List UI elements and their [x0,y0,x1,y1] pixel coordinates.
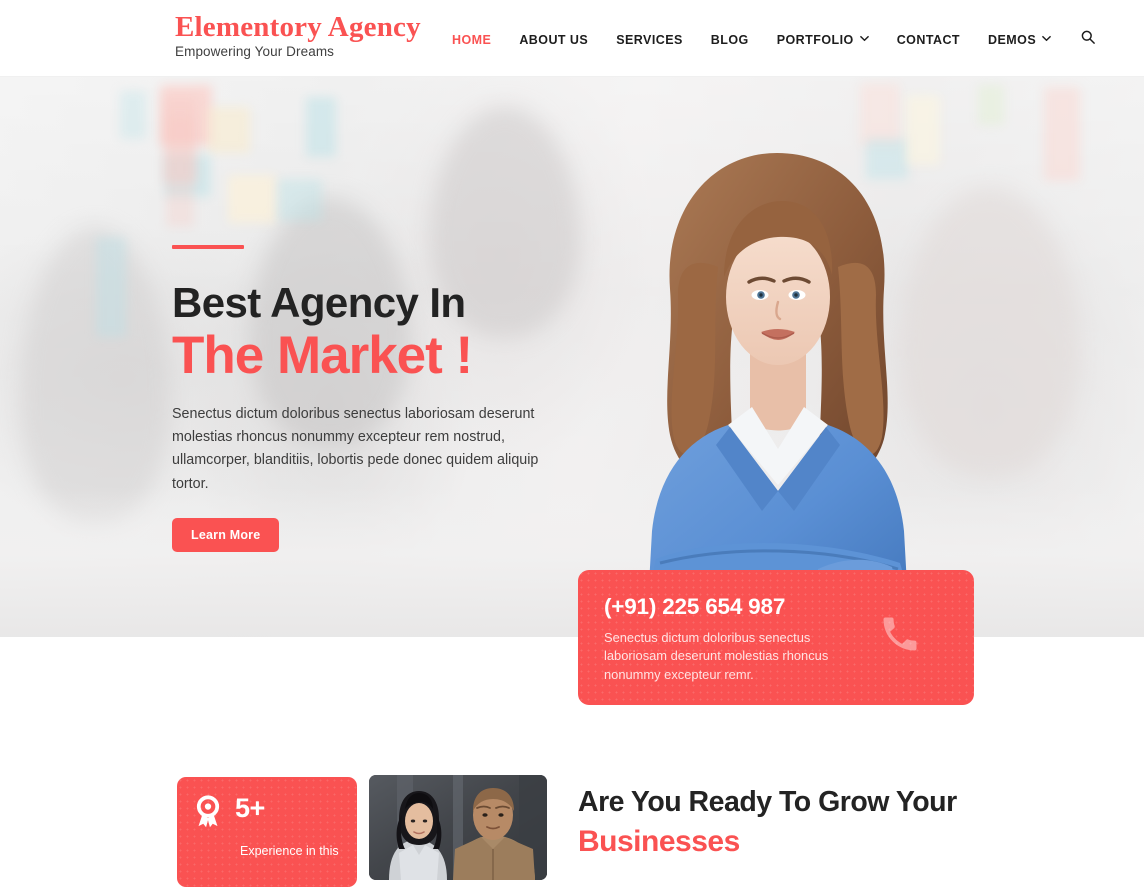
background-person-ghost [20,227,170,527]
hero-title: Best Agency In The Market ! [172,279,592,385]
search-icon [1081,30,1095,49]
hero-copy: Best Agency In The Market ! Senectus dic… [172,245,592,552]
brand-tagline: Empowering Your Dreams [175,44,335,60]
nav-item-demos[interactable]: DEMOS [974,33,1065,47]
hero-section: Best Agency In The Market ! Senectus dic… [0,77,1144,637]
phone-card-text: Senectus dictum doloribus senectus labor… [604,630,829,682]
hero-title-line2: The Market ! [172,325,473,385]
learn-more-button[interactable]: Learn More [172,517,280,552]
sticky-note [1044,87,1080,181]
experience-label: Experience in this [240,844,339,858]
nav-item-label: ABOUT US [519,32,589,47]
sticky-note [166,117,194,227]
sticky-note [978,85,1004,125]
brand-logo[interactable]: Elementory Agency Empowering Your Dreams [175,11,421,60]
nav-item-label: HOME [452,32,492,47]
accent-bar [172,245,244,249]
nav-item-about-us[interactable]: ABOUT US [505,33,602,47]
sticky-note [120,91,146,139]
nav-item-label: BLOG [710,32,749,47]
chevron-down-icon [859,34,869,43]
chevron-down-icon [1042,34,1051,43]
sticky-note [860,83,900,147]
nav-item-label: PORTFOLIO [776,32,854,47]
nav-item-label: CONTACT [896,32,961,47]
experience-badge-card: 5+ Experience in this [177,777,357,887]
sticky-note [208,107,250,153]
phone-contact-card[interactable]: (+91) 225 654 987 Senectus dictum dolori… [578,570,974,705]
nav-item-home[interactable]: HOME [452,33,505,47]
grow-heading: Are You Ready To Grow Your Businesses [578,786,1098,859]
hero-person-photo [646,153,910,637]
grow-heading-text: Are You Ready To Grow Your Businesses [578,786,1098,859]
brand-name: Elementory Agency [175,11,421,43]
nav-item-label: SERVICES [616,32,683,47]
sticky-note [306,97,336,157]
phone-icon [878,612,922,661]
hero-title-line1: Best Agency In [172,279,466,326]
nav-item-services[interactable]: SERVICES [602,33,697,47]
award-ribbon-icon [193,795,223,834]
grow-heading-line1: Are You Ready To Grow Your [578,786,957,818]
experience-number: 5+ [235,793,265,823]
sticky-note [228,175,276,223]
nav-item-portfolio[interactable]: PORTFOLIO [763,33,883,47]
nav-item-label: DEMOS [988,32,1037,47]
team-photo [369,775,547,880]
hero-paragraph: Senectus dictum doloribus senectus labor… [172,406,539,492]
grow-heading-line2: Businesses [578,824,740,858]
sticky-note [278,179,322,221]
main-navigation: HOME ABOUT US SERVICES BLOG PORTFOLIO CO… [452,30,1095,49]
nav-item-blog[interactable]: BLOG [697,33,763,47]
site-header: Elementory Agency Empowering Your Dreams… [0,0,1144,77]
sticky-note [96,237,126,337]
nav-item-contact[interactable]: CONTACT [883,33,974,47]
search-button[interactable] [1065,30,1095,49]
